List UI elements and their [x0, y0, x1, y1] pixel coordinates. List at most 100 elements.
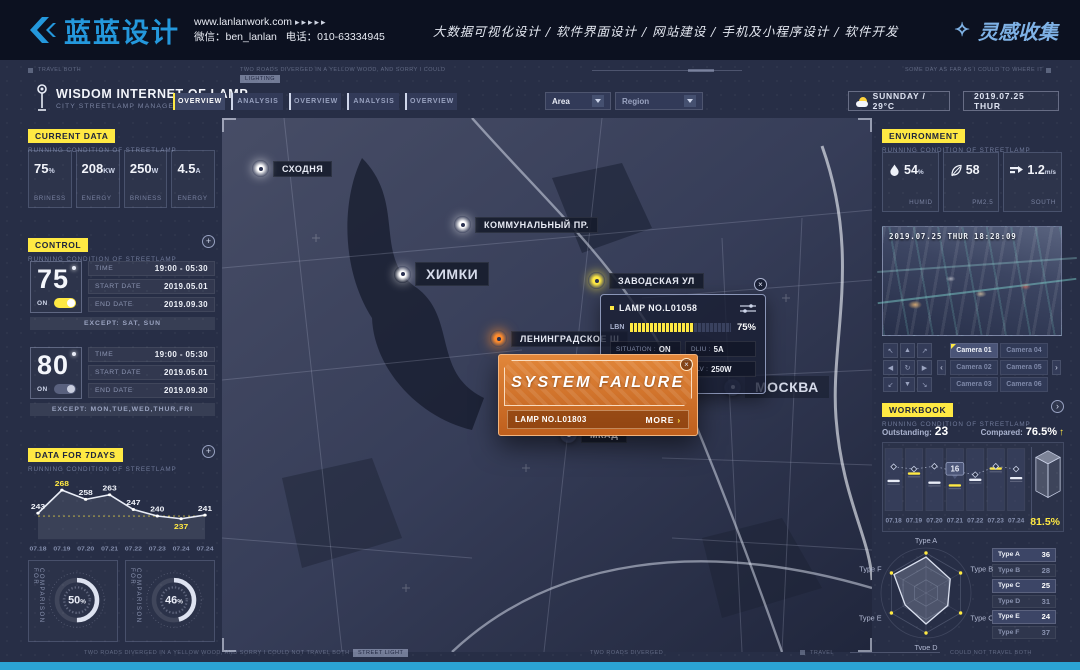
add-schedule-button[interactable]: +	[202, 235, 215, 248]
type-label: Type F	[998, 629, 1019, 636]
status-dot-icon	[610, 306, 614, 310]
camera-button-03[interactable]: Camera 03	[950, 377, 998, 392]
tab-analysis-1[interactable]: ANALYSIS	[231, 93, 283, 110]
camera-button-05[interactable]: Camera 05	[1000, 360, 1048, 375]
camera-button-04[interactable]: Camera 04	[1000, 343, 1048, 358]
svg-text:Type B: Type B	[970, 565, 993, 574]
open-workbook-button[interactable]: ›	[1051, 400, 1064, 413]
gauge-ring: 46%	[134, 565, 214, 637]
end-date-row[interactable]: END DATE 2019.09.30	[88, 383, 215, 398]
weather-box: SUNNDAY / 29°C	[848, 91, 950, 111]
bulb-icon	[72, 352, 76, 356]
camera-button-01[interactable]: Camera 01	[950, 343, 998, 358]
pan-right-button[interactable]: ▶	[917, 360, 932, 375]
decor-text: TRAVEL BOTH	[38, 67, 81, 73]
top-banner: 蓝蓝设计 www.lanlanwork.com ▸▸▸▸▸ 微信：ben_lan…	[0, 0, 1080, 60]
camera-list-prev-button[interactable]: ‹	[937, 360, 946, 375]
close-icon[interactable]: ×	[754, 278, 767, 291]
start-date-row[interactable]: START DATE 2019.05.01	[88, 365, 215, 380]
map-label-khimki[interactable]: ХИМКИ	[394, 262, 489, 286]
city-map[interactable]: СХОДНЯ КОММУНАЛЬНЫЙ ПР. ХИМКИ ЗАВОДСКАЯ …	[222, 118, 872, 652]
pan-up-left-button[interactable]: ↖	[883, 343, 898, 358]
reset-view-button[interactable]: ↻	[900, 360, 915, 375]
camera-button-02[interactable]: Camera 02	[950, 360, 998, 375]
row-label: START DATE	[95, 283, 141, 290]
start-date-row[interactable]: START DATE 2019.05.01	[88, 279, 215, 294]
tab-analysis-2[interactable]: ANALYSIS	[347, 93, 399, 110]
pan-left-button[interactable]: ◀	[883, 360, 898, 375]
sliders-icon[interactable]	[740, 303, 756, 313]
svg-text:07.21: 07.21	[947, 518, 964, 525]
pan-down-left-button[interactable]: ↙	[883, 377, 898, 392]
lamp-pin-icon[interactable]	[394, 266, 411, 283]
map-label-zavodskaya[interactable]: ЗАВОДСКАЯ УЛ	[588, 272, 704, 289]
brand-website[interactable]: www.lanlanwork.com	[194, 16, 292, 28]
area-select[interactable]: Area	[545, 92, 611, 110]
time-row[interactable]: TIME 19:00 - 05:30	[88, 347, 215, 362]
svg-text:07.24: 07.24	[1008, 518, 1025, 525]
stat-value: 4.5	[177, 161, 195, 176]
type-label: Type B	[998, 567, 1020, 574]
expand-chart-button[interactable]: +	[202, 445, 215, 458]
chevron-down-icon[interactable]	[684, 95, 696, 107]
pan-up-right-button[interactable]: ↗	[917, 343, 932, 358]
schedule-toggle[interactable]	[54, 298, 76, 308]
tab-overview-1[interactable]: OVERVIEW	[173, 93, 225, 110]
except-days: EXCEPT: SAT, SUN	[30, 317, 215, 330]
decor-slider-thumb	[688, 69, 714, 72]
camera-list-next-button[interactable]: ›	[1052, 360, 1061, 375]
type-row-b[interactable]: Type B 28	[992, 564, 1056, 578]
map-label-kommunalny[interactable]: КОММУНАЛЬНЫЙ ПР.	[454, 216, 598, 233]
compared-label: Compared:	[981, 428, 1023, 437]
brightness-bar-row: LBN 75%	[610, 322, 756, 333]
lamp-pin-icon[interactable]	[588, 272, 605, 289]
pan-down-right-button[interactable]: ↘	[917, 377, 932, 392]
tab-overview-3[interactable]: OVERVIEW	[405, 93, 457, 110]
panel-tag: CURRENT DATA	[28, 129, 115, 143]
comparison-gauge-1: COMPARISON FOR 50%	[28, 560, 118, 642]
region-select[interactable]: Region	[615, 92, 703, 110]
env-tile-humidity: 54% HUMID	[882, 152, 939, 212]
type-row-a[interactable]: Type A 36	[992, 548, 1056, 562]
gauge-ring: 50%	[37, 565, 117, 637]
type-row-c[interactable]: Type C 25	[992, 579, 1056, 593]
lamp-pin-icon[interactable]	[454, 216, 471, 233]
type-row-e[interactable]: Type E 24	[992, 610, 1056, 624]
arrows-icon: ▸▸▸▸▸	[295, 17, 328, 27]
lamp-pin-icon[interactable]	[252, 160, 269, 177]
tab-overview-2[interactable]: OVERVIEW	[289, 93, 341, 110]
sparkle-star-icon: ✧	[954, 19, 970, 41]
more-button[interactable]: MORE ›	[645, 415, 681, 425]
inspiration-collect[interactable]: ✧ 灵感收集	[954, 16, 1058, 45]
stat-value: 250	[130, 161, 152, 176]
decor-slider	[850, 652, 940, 653]
env-tile-pm25: 58 PM2.5	[943, 152, 1000, 212]
camera-button-06[interactable]: Camera 06	[1000, 377, 1048, 392]
time-row[interactable]: TIME 19:00 - 05:30	[88, 261, 215, 276]
comparison-gauge-2: COMPARISON FOR 46%	[125, 560, 215, 642]
brightness-value: 80	[37, 350, 69, 381]
type-row-d[interactable]: Type D 31	[992, 595, 1056, 609]
system-failure-popup: SYSTEM FAILURE × LAMP NO.L01803 MORE ›	[498, 354, 698, 436]
row-value: 2019.05.01	[164, 368, 208, 377]
chevron-down-icon[interactable]	[592, 95, 604, 107]
lamp-pin-icon[interactable]	[490, 330, 507, 347]
schedule-toggle[interactable]	[54, 384, 76, 394]
camera-dpad: ↖ ▲ ↗ ◀ ↻ ▶ ↙ ▼ ↘	[883, 343, 932, 392]
camera-feed[interactable]: 2019.07.25 THUR 18:28:09	[882, 226, 1062, 336]
place-name: ХИМКИ	[415, 262, 489, 286]
pan-up-button[interactable]: ▲	[900, 343, 915, 358]
row-label: TIME	[95, 265, 113, 272]
close-icon[interactable]: ×	[680, 358, 693, 371]
svg-text:Type E: Type E	[859, 614, 882, 623]
pan-down-button[interactable]: ▼	[900, 377, 915, 392]
type-row-f[interactable]: Type F 37	[992, 626, 1056, 640]
map-label-skhodnya[interactable]: СХОДНЯ	[252, 160, 332, 177]
map-corner	[858, 118, 872, 132]
env-unit: %	[918, 169, 924, 176]
decor-slider	[592, 70, 742, 71]
end-date-row[interactable]: END DATE 2019.09.30	[88, 297, 215, 312]
place-name: КОММУНАЛЬНЫЙ ПР.	[475, 217, 598, 233]
weather-text: SUNNDAY / 29°C	[873, 91, 939, 111]
svg-text:237: 237	[174, 523, 189, 531]
